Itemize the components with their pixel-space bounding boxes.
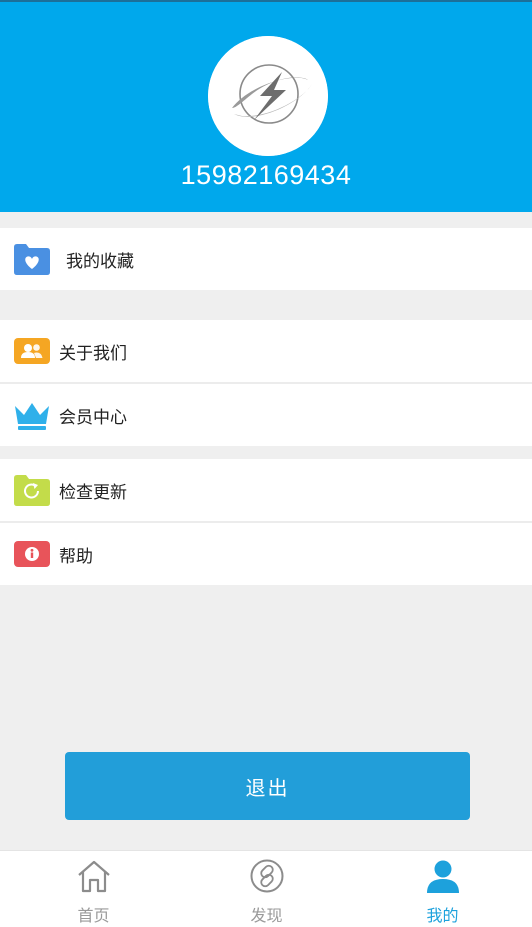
- folder-heart-icon: [13, 242, 51, 276]
- tab-home[interactable]: 首页: [5, 851, 182, 927]
- menu-item-check-update[interactable]: 检查更新: [0, 459, 532, 521]
- tab-home-label: 首页: [77, 906, 110, 925]
- menu-item-member-center[interactable]: 会员中心: [0, 384, 532, 446]
- home-icon: [76, 858, 112, 894]
- menu-label-favorites: 我的收藏: [66, 251, 134, 272]
- phone-number: 15982169434: [180, 160, 352, 190]
- menu-label-help: 帮助: [59, 546, 93, 567]
- menu-item-help[interactable]: 帮助: [0, 523, 532, 585]
- app-logo-icon: [208, 36, 328, 156]
- tab-discover-label: 发现: [250, 906, 283, 925]
- tab-mine[interactable]: 我的: [354, 851, 531, 927]
- profile-screen: 15982169434 我的收藏 关于我们 会员中心 检查更新 帮助 退出 首页…: [0, 0, 532, 927]
- menu-item-favorites[interactable]: 我的收藏: [0, 228, 532, 290]
- avatar[interactable]: [208, 36, 328, 156]
- menu-label-check-update: 检查更新: [59, 482, 127, 503]
- crown-icon: [13, 398, 51, 432]
- tab-mine-label: 我的: [426, 906, 459, 925]
- discover-icon: [249, 858, 285, 894]
- menu-label-about: 关于我们: [59, 343, 127, 364]
- profile-header: 15982169434: [0, 0, 532, 212]
- users-icon: [13, 334, 51, 368]
- refresh-folder-icon: [13, 473, 51, 507]
- logout-button[interactable]: 退出: [65, 752, 470, 820]
- tab-discover[interactable]: 发现: [178, 851, 355, 927]
- menu-item-about[interactable]: 关于我们: [0, 320, 532, 382]
- user-icon: [425, 858, 461, 894]
- menu-label-member-center: 会员中心: [59, 407, 127, 428]
- info-icon: [13, 537, 51, 571]
- bottom-tab-bar: 首页 发现 我的: [0, 850, 532, 927]
